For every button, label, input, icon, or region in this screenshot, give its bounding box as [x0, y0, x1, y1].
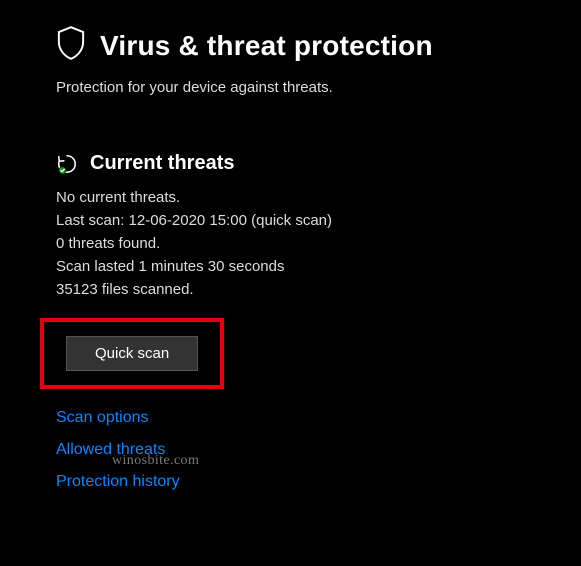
shield-icon	[56, 26, 86, 65]
files-scanned: 35123 files scanned.	[56, 281, 563, 298]
threat-status: No current threats.	[56, 189, 563, 206]
current-threats-title: Current threats	[90, 152, 234, 175]
highlight-box: Quick scan	[40, 318, 224, 389]
scan-duration: Scan lasted 1 minutes 30 seconds	[56, 258, 563, 275]
last-scan-info: Last scan: 12-06-2020 15:00 (quick scan)	[56, 212, 563, 229]
protection-history-link[interactable]: Protection history	[56, 473, 180, 491]
current-threats-header: Current threats	[56, 152, 563, 175]
allowed-threats-link[interactable]: Allowed threats	[56, 441, 165, 459]
page-title: Virus & threat protection	[100, 30, 433, 62]
page-header: Virus & threat protection	[56, 26, 563, 65]
history-check-icon	[56, 153, 78, 175]
threats-found: 0 threats found.	[56, 235, 563, 252]
page-subtitle: Protection for your device against threa…	[56, 79, 563, 96]
scan-options-link[interactable]: Scan options	[56, 409, 149, 427]
quick-scan-button[interactable]: Quick scan	[66, 336, 198, 371]
